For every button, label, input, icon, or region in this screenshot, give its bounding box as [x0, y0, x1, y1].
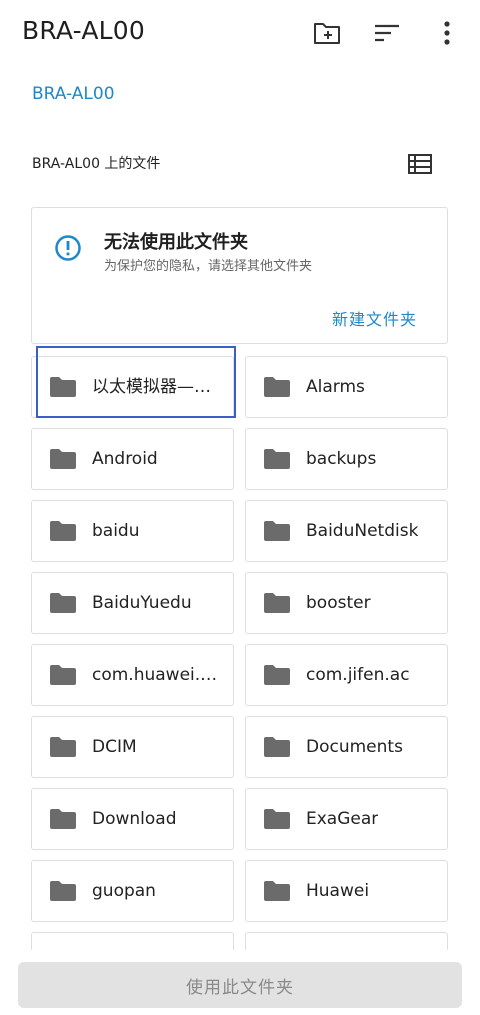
folder-name: ExaGear — [306, 809, 379, 829]
folder-item[interactable]: Download — [31, 788, 234, 850]
folder-item[interactable]: com.huawei.… — [31, 644, 234, 706]
folder-item[interactable]: com.jifen.ac — [245, 644, 448, 706]
folder-icon — [49, 376, 77, 402]
use-folder-button[interactable]: 使用此文件夹 — [18, 962, 462, 1008]
folder-item[interactable]: booster — [245, 572, 448, 634]
folder-name: backups — [306, 449, 377, 469]
more-options-button[interactable] — [432, 18, 462, 48]
folder-name: BaiduNetdisk — [306, 521, 419, 541]
breadcrumb[interactable]: BRA-AL00 — [32, 84, 115, 104]
folder-name: Huawei — [306, 881, 370, 901]
folder-icon — [49, 592, 77, 618]
folder-item[interactable]: backups — [245, 428, 448, 490]
section-label: BRA-AL00 上的文件 — [32, 156, 161, 172]
folder-item[interactable]: Android — [31, 428, 234, 490]
new-folder-button[interactable] — [312, 18, 342, 48]
folder-icon — [49, 520, 77, 546]
folder-item[interactable]: DCIM — [31, 716, 234, 778]
folder-item[interactable]: Huawei — [245, 860, 448, 922]
folder-icon — [263, 808, 291, 834]
folder-name: Documents — [306, 737, 403, 757]
folder-name: booster — [306, 593, 371, 613]
notice-card: 无法使用此文件夹 为保护您的隐私，请选择其他文件夹 新建文件夹 — [31, 207, 448, 344]
folder-icon — [49, 664, 77, 690]
sort-icon — [375, 24, 399, 42]
folder-name: Alarms — [306, 377, 365, 397]
folder-icon — [263, 592, 291, 618]
folder-item[interactable]: guopan — [31, 860, 234, 922]
new-folder-icon — [314, 23, 340, 44]
folder-icon — [263, 448, 291, 474]
folder-item[interactable]: 以太模拟器—… — [31, 356, 234, 418]
notice-subtitle: 为保护您的隐私，请选择其他文件夹 — [104, 259, 313, 274]
folder-name: baidu — [92, 521, 140, 541]
folder-item[interactable]: Documents — [245, 716, 448, 778]
folder-name: 以太模拟器—… — [92, 377, 211, 397]
folder-name: BaiduYuedu — [92, 593, 192, 613]
folder-item[interactable]: ExaGear — [245, 788, 448, 850]
folder-name: com.huawei.… — [92, 665, 218, 685]
bottom-bar: 使用此文件夹 — [0, 950, 480, 1015]
app-bar: BRA-AL00 — [0, 0, 480, 66]
folder-name: Download — [92, 809, 177, 829]
folder-name: Android — [92, 449, 158, 469]
folder-icon — [49, 808, 77, 834]
folder-item[interactable]: BaiduYuedu — [31, 572, 234, 634]
new-folder-link[interactable]: 新建文件夹 — [332, 306, 417, 330]
notice-title: 无法使用此文件夹 — [104, 232, 248, 253]
folder-icon — [263, 664, 291, 690]
folder-icon — [49, 448, 77, 474]
folder-item[interactable]: Alarms — [245, 356, 448, 418]
folder-name: guopan — [92, 881, 156, 901]
folder-item[interactable]: BaiduNetdisk — [245, 500, 448, 562]
more-vert-icon — [444, 21, 450, 45]
folder-icon — [263, 880, 291, 906]
folder-name: com.jifen.ac — [306, 665, 410, 685]
list-view-icon — [408, 154, 432, 174]
folder-icon — [49, 880, 77, 906]
folder-icon — [263, 736, 291, 762]
info-icon — [54, 234, 82, 266]
sort-button[interactable] — [372, 18, 402, 48]
folder-name: DCIM — [92, 737, 137, 757]
folder-icon — [263, 376, 291, 402]
section-header: BRA-AL00 上的文件 — [32, 152, 452, 176]
app-title: BRA-AL00 — [22, 16, 145, 45]
view-toggle-button[interactable] — [408, 154, 432, 178]
folder-item[interactable]: baidu — [31, 500, 234, 562]
folder-icon — [49, 736, 77, 762]
folder-icon — [263, 520, 291, 546]
